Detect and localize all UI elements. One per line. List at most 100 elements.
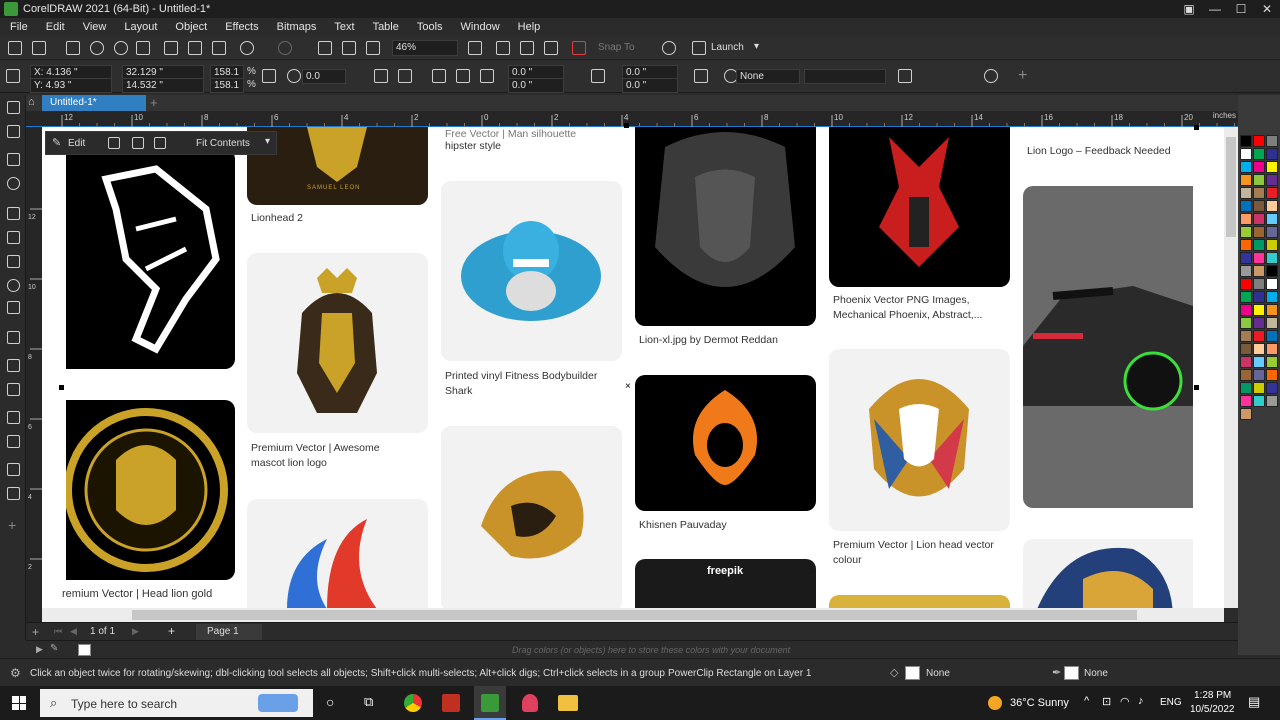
language-indicator[interactable]: ENG (1160, 697, 1182, 708)
tray-chevron-icon[interactable]: ^ (1084, 695, 1089, 707)
vertical-scrollbar[interactable] (1224, 127, 1238, 608)
add-tool-icon[interactable]: + (8, 517, 16, 533)
palette-swatch[interactable] (1240, 330, 1252, 342)
palette-swatch[interactable] (1253, 161, 1265, 173)
horizontal-ruler[interactable]: 12 10 8 6 4 2 0 2 4 6 8 10 12 14 16 18 20 inches (26, 111, 1240, 127)
palette-swatch[interactable] (1253, 135, 1265, 147)
volume-icon[interactable]: ♪ (1138, 695, 1144, 707)
minimize-button[interactable]: — (1202, 0, 1228, 18)
palette-swatch[interactable] (1240, 213, 1252, 225)
menu-object[interactable]: Object (175, 21, 207, 33)
palette-swatch[interactable] (1253, 265, 1265, 277)
palette-swatch[interactable] (1266, 239, 1278, 251)
palette-swatch[interactable] (1266, 278, 1278, 290)
rulers-icon[interactable] (496, 41, 510, 55)
menu-bitmaps[interactable]: Bitmaps (277, 21, 317, 33)
weather-text[interactable]: 36°C Sunny (1010, 697, 1069, 709)
guidelines-icon[interactable] (544, 41, 558, 55)
image-lion-xl[interactable] (635, 127, 816, 326)
image-mechanical-phoenix[interactable] (829, 127, 1010, 287)
restore-icon[interactable]: ▣ (1176, 0, 1202, 18)
document-tab[interactable]: Untitled-1* (42, 95, 146, 111)
lock-ratio-icon[interactable] (262, 69, 276, 83)
launch-dropdown-icon[interactable]: ▾ (754, 41, 759, 52)
image-gold-card[interactable] (829, 595, 1010, 608)
palette-swatch[interactable] (1240, 252, 1252, 264)
palette-swatch[interactable] (1266, 200, 1278, 212)
rectangle-tool-icon[interactable] (7, 255, 20, 268)
clock-time[interactable]: 1:28 PM (1194, 690, 1231, 701)
rotation-field[interactable]: 0.0 (302, 69, 346, 84)
image-mascot-lion[interactable] (247, 253, 428, 433)
palette-eyedropper-icon[interactable]: ✎ (50, 643, 58, 654)
zoom-select[interactable]: 46% (392, 40, 458, 56)
maximize-button[interactable]: ☐ (1228, 0, 1254, 18)
extract-contents-icon[interactable] (132, 137, 144, 149)
corner-bottom-left-field[interactable]: 0.0 " (508, 78, 564, 93)
wifi-icon[interactable]: ◠ (1120, 695, 1130, 708)
palette-swatch[interactable] (1253, 252, 1265, 264)
line-style-select[interactable] (804, 69, 886, 84)
menu-window[interactable]: Window (461, 21, 500, 33)
palette-swatch[interactable] (1240, 239, 1252, 251)
interactive-fill-icon[interactable] (7, 487, 20, 500)
text-tool-icon[interactable] (7, 331, 20, 344)
palette-swatch[interactable] (1253, 317, 1265, 329)
undo-icon[interactable] (240, 41, 254, 55)
pick-tool-icon[interactable] (7, 101, 20, 114)
image-freepik[interactable]: freepik (635, 559, 816, 608)
taskbar-search-box[interactable]: ⌕ Type here to search (40, 689, 313, 717)
mirror-vertical-icon[interactable] (398, 69, 412, 83)
grid-icon[interactable] (520, 41, 534, 55)
mirror-horizontal-icon[interactable] (374, 69, 388, 83)
palette-swatch[interactable] (1253, 382, 1265, 394)
scale-y-field[interactable]: 158.1 (210, 78, 244, 93)
image-gold-lion-head[interactable] (66, 400, 235, 580)
menu-layout[interactable]: Layout (124, 21, 157, 33)
selection-center-marker[interactable]: × (625, 381, 631, 392)
palette-swatch[interactable] (1253, 369, 1265, 381)
horizontal-scroll-thumb[interactable] (132, 610, 1137, 620)
polygon-tool-icon[interactable] (7, 301, 20, 314)
menu-tools[interactable]: Tools (417, 21, 443, 33)
palette-swatch[interactable] (1240, 265, 1252, 277)
menu-file[interactable]: File (10, 21, 28, 33)
palette-swatch[interactable] (1266, 213, 1278, 225)
lock-contents-icon[interactable] (154, 137, 166, 149)
import-icon[interactable] (318, 41, 332, 55)
task-view-icon[interactable]: ⧉ (364, 694, 373, 710)
snap-icon[interactable] (572, 41, 586, 55)
palette-swatch[interactable] (1240, 395, 1252, 407)
no-color-swatch[interactable] (78, 644, 91, 656)
image-lion-mascot-head[interactable] (441, 426, 622, 608)
document-palette-bar[interactable]: ▶ ✎ Drag colors (or objects) here to sto… (26, 640, 1238, 658)
palette-swatch[interactable] (1240, 278, 1252, 290)
palette-swatch[interactable] (1266, 356, 1278, 368)
shape-tool-icon[interactable] (7, 125, 20, 138)
palette-swatch[interactable] (1240, 382, 1252, 394)
connector-tool-icon[interactable] (7, 383, 20, 396)
palette-swatch[interactable] (1266, 382, 1278, 394)
zoom-tool-icon[interactable] (7, 177, 20, 190)
paste-icon[interactable] (212, 41, 226, 55)
palette-swatch[interactable] (1266, 161, 1278, 173)
menu-edit[interactable]: Edit (46, 21, 65, 33)
cortana-icon[interactable]: ○ (326, 694, 334, 710)
palette-swatch[interactable] (1240, 408, 1252, 420)
palette-swatch[interactable] (1240, 161, 1252, 173)
palette-swatch[interactable] (1240, 356, 1252, 368)
palette-swatch[interactable] (1240, 135, 1252, 147)
fit-contents-select[interactable]: Fit Contents (196, 138, 250, 149)
menu-help[interactable]: Help (518, 21, 541, 33)
first-page-icon[interactable]: ⏮ (54, 626, 62, 637)
cut-icon[interactable] (164, 41, 178, 55)
palette-swatch[interactable] (1253, 200, 1265, 212)
selection-handle-top-right[interactable] (1194, 125, 1199, 130)
prev-page-icon[interactable]: ◀ (70, 626, 77, 637)
palette-swatch[interactable] (1266, 330, 1278, 342)
round-corner-icon[interactable] (432, 69, 446, 83)
eyedropper-icon[interactable] (7, 463, 20, 476)
chrome-icon[interactable] (404, 694, 422, 712)
outline-swatch[interactable] (1064, 666, 1079, 680)
app-icon-red[interactable] (442, 694, 460, 712)
